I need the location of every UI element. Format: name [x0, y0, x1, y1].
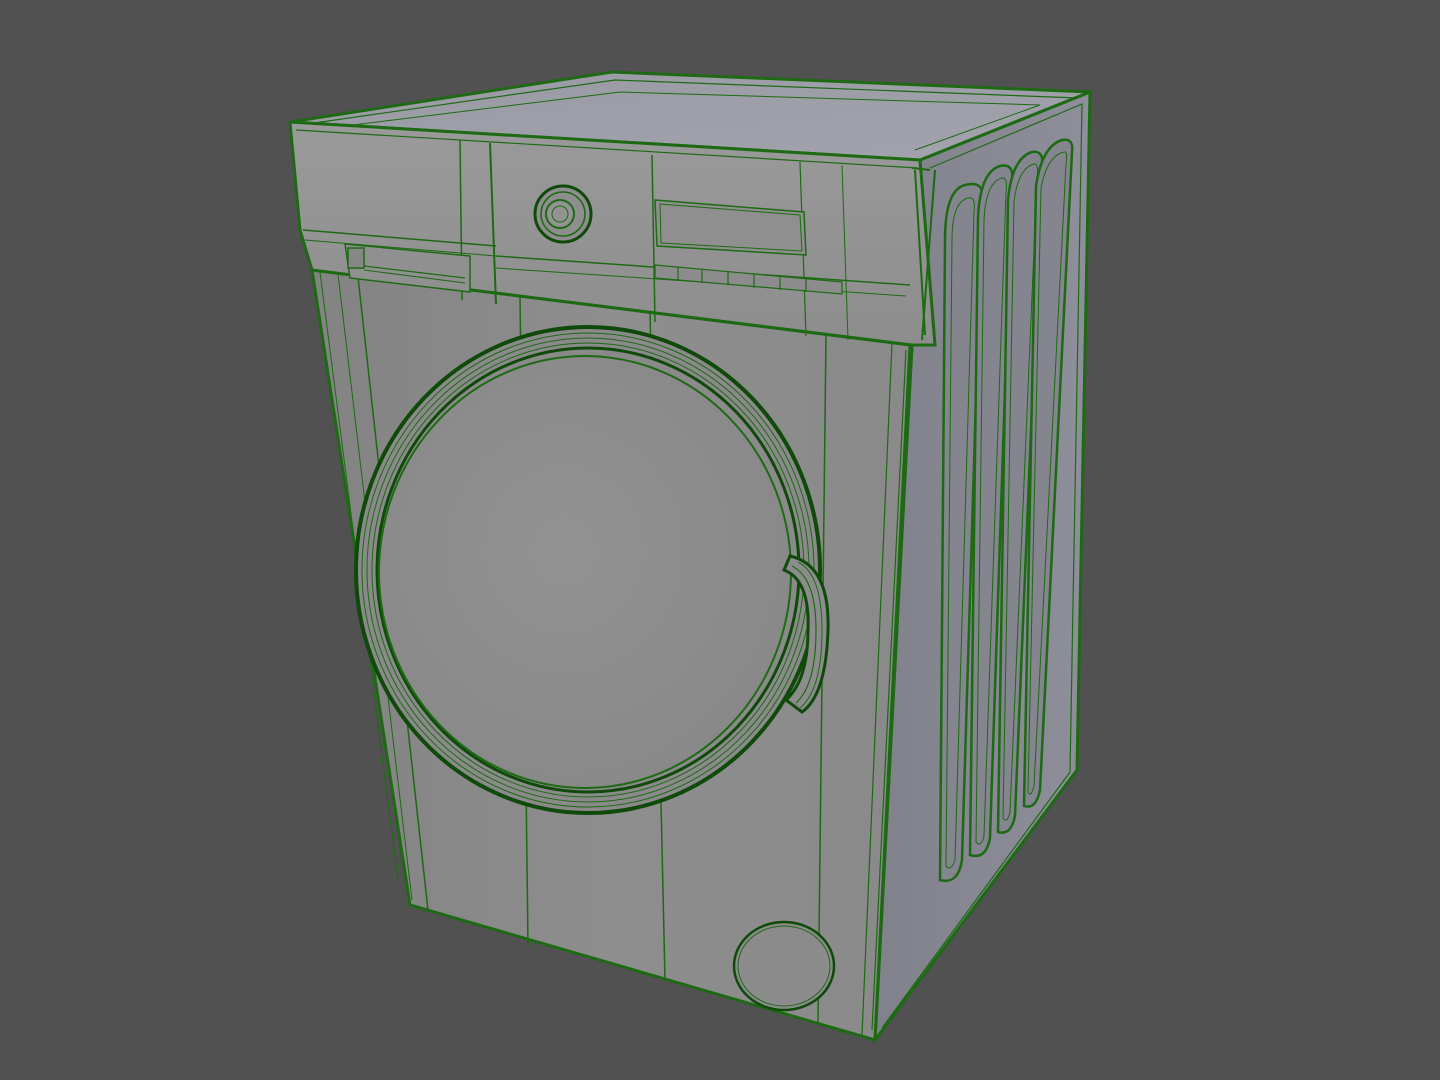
washing-machine-model — [288, 70, 1092, 1045]
program-knob — [533, 184, 593, 244]
drawer-handle — [347, 247, 365, 269]
door-glass — [378, 355, 792, 789]
filter-cover — [732, 920, 836, 1012]
3d-viewport — [0, 0, 1440, 1080]
